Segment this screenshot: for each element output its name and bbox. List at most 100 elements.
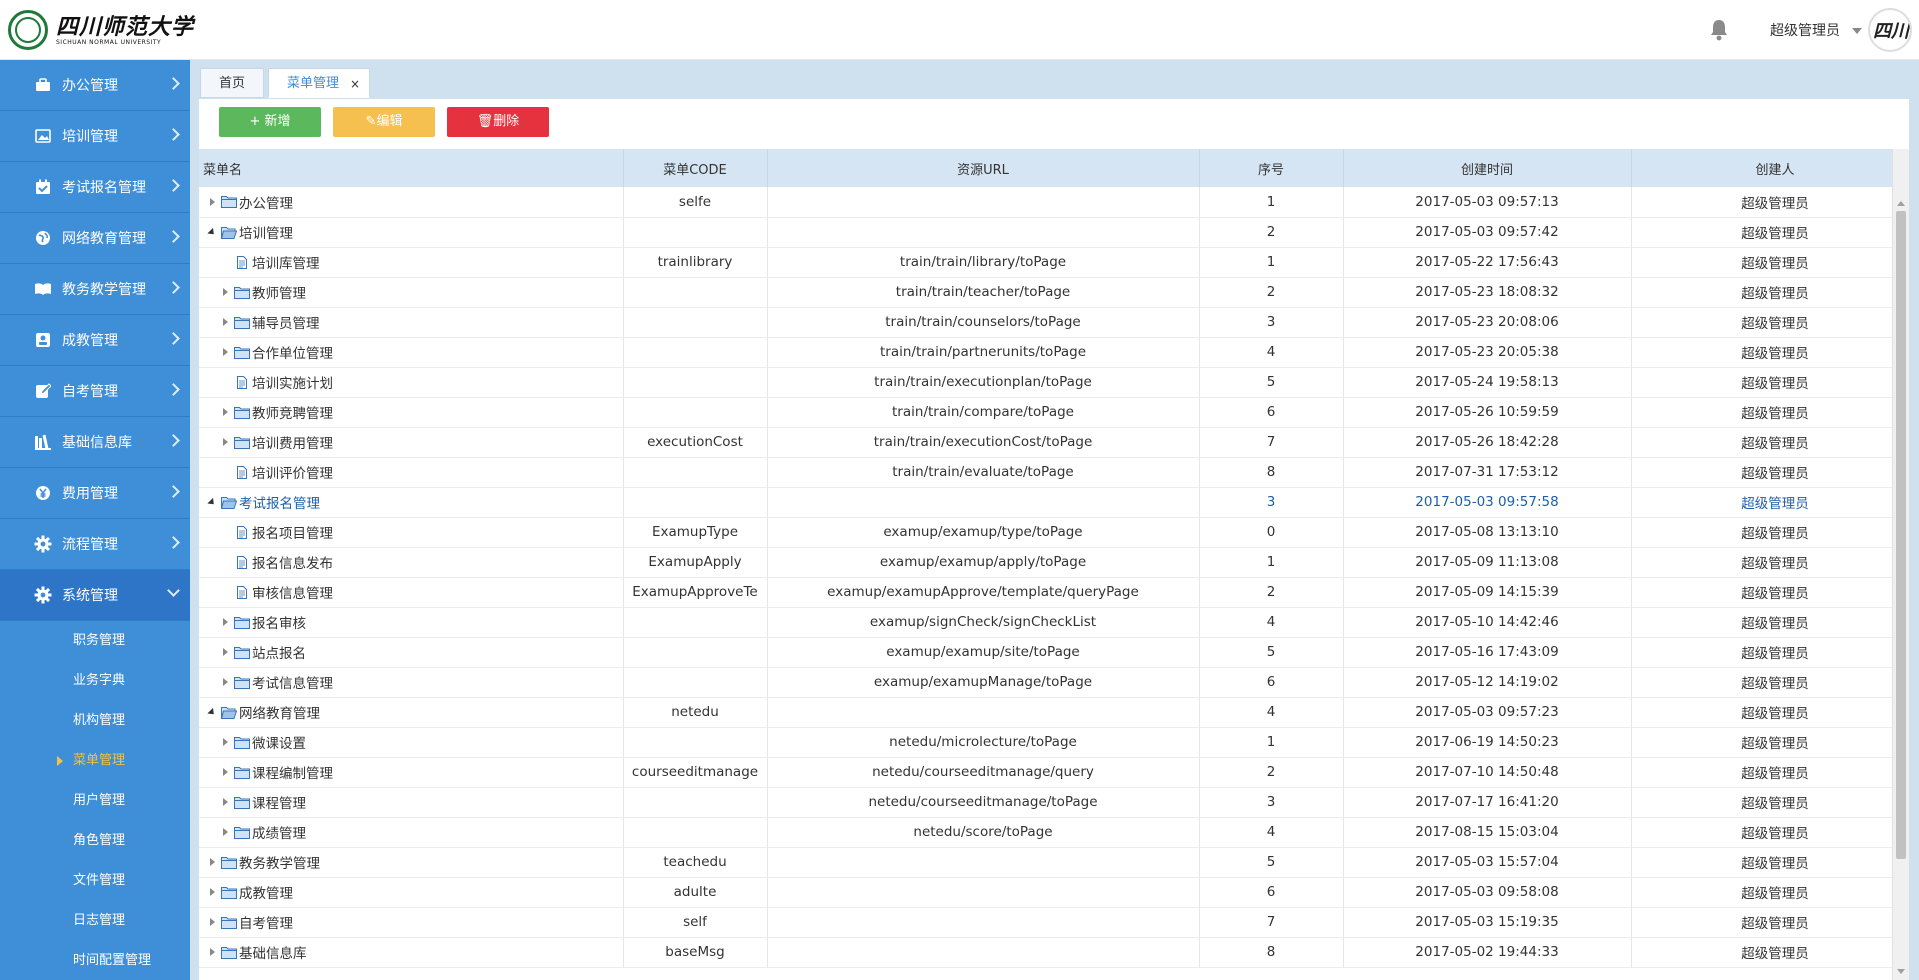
column-header-url[interactable]: 资源URL [767, 149, 1200, 187]
table-row[interactable]: 报名审核 examup/signCheck/signCheckList 4 2017-… [199, 607, 1909, 638]
table-row[interactable]: 网络教育管理 netedu 4 2017-05-03 09:57:23 超级管理员 [199, 697, 1909, 728]
sidebar-item-8[interactable]: 费用管理 [0, 468, 190, 519]
sidebar: 办公管理 培训管理 考试报名管理 网络教育管理 教务教学管理 成教管理 自考管理 基础信息库费… [0, 60, 190, 980]
university-logo[interactable]: 四川师范大学 SICHUAN NORMAL UNIVERSITY [8, 10, 194, 50]
submenu-item-5[interactable]: 角色管理 [0, 821, 190, 861]
column-header-created-time[interactable]: 创建时间 [1343, 149, 1632, 187]
table-row[interactable]: 教师管理 train/train/teacher/toPage 2 2017-05-2… [199, 277, 1909, 308]
tree-expanded-icon[interactable] [207, 497, 217, 507]
menu-name: 网络教育管理 [239, 706, 320, 722]
close-icon[interactable]: × [350, 69, 360, 99]
column-header-code[interactable]: 菜单CODE [623, 149, 768, 187]
tree-collapsed-icon[interactable] [207, 947, 217, 957]
tree-collapsed-icon[interactable] [220, 347, 230, 357]
table-row[interactable]: 基础信息库 baseMsg 8 2017-05-02 19:44:33 超级管理员 [199, 937, 1909, 968]
add-button[interactable]: + 新增 [219, 107, 321, 137]
tree-expanded-icon[interactable] [207, 227, 217, 237]
column-header-creator[interactable]: 创建人 [1631, 149, 1909, 187]
table-row[interactable]: 考试报名管理 3 2017-05-03 09:57:58 超级管理员 [199, 487, 1909, 518]
sidebar-item-3[interactable]: 网络教育管理 [0, 213, 190, 264]
tree-collapsed-icon[interactable] [207, 887, 217, 897]
submenu-item-7[interactable]: 日志管理 [0, 901, 190, 941]
cell-url [767, 907, 1200, 938]
sidebar-item-7[interactable]: 基础信息库 [0, 417, 190, 468]
tree-collapsed-icon[interactable] [220, 737, 230, 747]
table-row[interactable]: 成绩管理 netedu/score/toPage 4 2017-08-15 15:03… [199, 817, 1909, 848]
tree-collapsed-icon[interactable] [220, 647, 230, 657]
table-row[interactable]: 自考管理 self 7 2017-05-03 15:19:35 超级管理员 [199, 907, 1909, 938]
table-row[interactable]: 培训评价管理 train/train/evaluate/toPage 8 2017-0… [199, 457, 1909, 488]
submenu-item-2[interactable]: 机构管理 [0, 701, 190, 741]
submenu-item-4[interactable]: 用户管理 [0, 781, 190, 821]
submenu-item-8[interactable]: 时间配置管理 [0, 941, 190, 980]
column-header-order[interactable]: 序号 [1199, 149, 1344, 187]
cell-url: train/train/executionCost/toPage [767, 427, 1200, 458]
tree-collapsed-icon[interactable] [220, 437, 230, 447]
table-row[interactable]: 教务教学管理 teachedu 5 2017-05-03 15:57:04 超级管理员 [199, 847, 1909, 878]
table-row[interactable]: 审核信息管理 ExamupApproveTe examup/examupApprov… [199, 577, 1909, 608]
table-row[interactable]: 站点报名 examup/examup/site/toPage 5 2017-05-16… [199, 637, 1909, 668]
table-row[interactable]: 课程管理 netedu/courseeditmanage/toPage 3 2017-… [199, 787, 1909, 818]
tree-collapsed-icon[interactable] [220, 407, 230, 417]
table-row[interactable]: 培训实施计划 train/train/executionplan/toPage 5 2… [199, 367, 1909, 398]
sidebar-item-1[interactable]: 培训管理 [0, 111, 190, 162]
column-header-name[interactable]: 菜单名 [199, 149, 624, 187]
tab-menu-management[interactable]: 菜单管理 × [268, 68, 371, 99]
tree-collapsed-icon[interactable] [207, 917, 217, 927]
cell-url: netedu/courseeditmanage/toPage [767, 787, 1200, 818]
tree-collapsed-icon[interactable] [220, 677, 230, 687]
edit-button[interactable]: ✎编辑 [333, 107, 435, 137]
table-row[interactable]: 报名信息发布 ExamupApply examup/examup/apply/toP… [199, 547, 1909, 578]
tree-collapsed-icon[interactable] [220, 767, 230, 777]
tree-collapsed-icon[interactable] [220, 317, 230, 327]
table-row[interactable]: 考试信息管理 examup/examupManage/toPage 6 2017-05… [199, 667, 1909, 698]
tree-collapsed-icon[interactable] [220, 797, 230, 807]
submenu-item-1[interactable]: 业务字典 [0, 661, 190, 701]
chevron-right-icon [167, 281, 180, 294]
folder-icon [221, 856, 239, 869]
table-row[interactable]: 微课设置 netedu/microlecture/toPage 1 2017-06-1… [199, 727, 1909, 758]
chevron-down-icon[interactable] [1852, 28, 1862, 34]
sidebar-item-4[interactable]: 教务教学管理 [0, 264, 190, 315]
menu-name: 培训评价管理 [252, 466, 333, 482]
table-row[interactable]: 教师竞聘管理 train/train/compare/toPage 6 2017-05… [199, 397, 1909, 428]
sidebar-item-10[interactable]: 系统管理 [0, 570, 190, 621]
tab-home[interactable]: 首页 [200, 68, 265, 98]
table-row[interactable]: 报名项目管理 ExamupType examup/examup/type/toPag… [199, 517, 1909, 548]
tab-label: 菜单管理 [287, 76, 340, 91]
table-row[interactable]: 培训管理 2 2017-05-03 09:57:42 超级管理员 [199, 217, 1909, 248]
sidebar-item-6[interactable]: 自考管理 [0, 366, 190, 417]
table-row[interactable]: 辅导员管理 train/train/counselors/toPage 3 2017-… [199, 307, 1909, 338]
cell-created-time: 2017-05-03 15:19:35 [1343, 907, 1632, 938]
table-row[interactable]: 培训费用管理 executionCost train/train/execution… [199, 427, 1909, 458]
sidebar-item-2[interactable]: 考试报名管理 [0, 162, 190, 213]
submenu-item-0[interactable]: 职务管理 [0, 621, 190, 661]
vertical-scrollbar[interactable] [1892, 149, 1909, 980]
delete-button[interactable]: 🗑删除 [447, 107, 549, 137]
table-row[interactable]: 合作单位管理 train/train/partnerunits/toPage 4 20… [199, 337, 1909, 368]
scroll-thumb[interactable] [1896, 211, 1906, 859]
table-row[interactable]: 办公管理 selfe 1 2017-05-03 09:57:13 超级管理员 [199, 187, 1909, 218]
table-row[interactable]: 培训库管理 trainlibrary train/train/library/toP… [199, 247, 1909, 278]
tree-collapsed-icon[interactable] [207, 197, 217, 207]
cell-created-time: 2017-08-15 15:03:04 [1343, 817, 1632, 848]
tree-collapsed-icon[interactable] [207, 857, 217, 867]
sidebar-item-0[interactable]: 办公管理 [0, 60, 190, 111]
cell-url [767, 217, 1200, 248]
scroll-down-icon[interactable] [1897, 969, 1905, 974]
tree-collapsed-icon[interactable] [220, 287, 230, 297]
user-name[interactable]: 超级管理员 [1770, 20, 1840, 40]
scroll-up-icon[interactable] [1897, 201, 1905, 206]
sidebar-item-9[interactable]: 流程管理 [0, 519, 190, 570]
sidebar-item-5[interactable]: 成教管理 [0, 315, 190, 366]
submenu-item-6[interactable]: 文件管理 [0, 861, 190, 901]
bell-icon[interactable] [1708, 18, 1730, 42]
tree-collapsed-icon[interactable] [220, 617, 230, 627]
submenu-item-3[interactable]: 菜单管理 [0, 741, 190, 781]
avatar[interactable]: 四川师 [1868, 8, 1912, 52]
folder-icon [234, 406, 252, 419]
tree-collapsed-icon[interactable] [220, 827, 230, 837]
tree-expanded-icon[interactable] [207, 707, 217, 717]
table-row[interactable]: 课程编制管理 courseeditmanage netedu/courseeditm… [199, 757, 1909, 788]
table-row[interactable]: 成教管理 adulte 6 2017-05-03 09:58:08 超级管理员 [199, 877, 1909, 908]
